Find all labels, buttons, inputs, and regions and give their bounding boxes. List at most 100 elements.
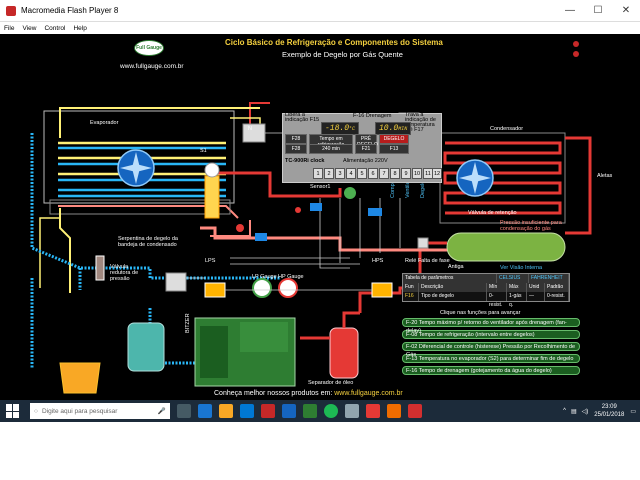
cell-min: 0-resist. <box>487 292 507 308</box>
chevron-up-icon[interactable]: ^ <box>563 408 566 414</box>
file-explorer-icon[interactable] <box>219 404 233 418</box>
col-unid: Unid <box>527 283 545 292</box>
menu-control[interactable]: Control <box>44 25 65 32</box>
fullgauge-logo[interactable]: Full Gauge <box>134 40 164 56</box>
menu-help[interactable]: Help <box>73 25 86 32</box>
accumulator <box>127 322 165 372</box>
btn-f13[interactable]: F13 <box>379 144 409 154</box>
function-f02[interactable]: F-02 Diferencial de controle (histerese)… <box>402 342 580 358</box>
solenoid-valve <box>204 162 220 178</box>
label-valvula-redutora: Válvula redutora de pressão <box>110 264 139 282</box>
cell-unid: — <box>527 292 545 301</box>
terminal-6: 6 <box>368 168 378 179</box>
function-f16[interactable]: F-16 Tempo de drenagem (gotejamento da á… <box>402 366 580 375</box>
col-fun: Fun <box>403 283 419 292</box>
contactor-evap <box>242 123 266 143</box>
cell-fun: F16 <box>403 292 419 301</box>
liquid-receiver <box>446 232 566 262</box>
functions-prompt: Clique nas funções para avançar <box>440 310 521 316</box>
terminal-9: 9 <box>401 168 411 179</box>
menu-bar: File View Control Help <box>0 22 640 34</box>
close-button[interactable]: ✕ <box>612 0 640 22</box>
clock-date: 25/01/2018 <box>594 412 625 418</box>
search-icon: ○ <box>34 407 38 415</box>
footer-text: Conheça melhor nossos produtos em: www.f… <box>214 390 403 397</box>
cell-padrao: 0-resist. <box>545 292 569 301</box>
btn-f21[interactable]: F21 <box>355 144 377 154</box>
terminal-2: 2 <box>324 168 334 179</box>
footer-link[interactable]: www.fullgauge.com.br <box>334 390 402 397</box>
hps-switch <box>371 282 393 298</box>
network-icon[interactable]: ▤ <box>571 408 577 415</box>
lp-gauge <box>252 278 272 298</box>
btn-240min[interactable]: 240 min <box>309 144 353 154</box>
minimize-button[interactable]: — <box>556 0 584 22</box>
clock[interactable]: 23:09 25/01/2018 <box>594 403 624 419</box>
store-icon[interactable] <box>240 404 254 418</box>
param-table-title: Tabela de parâmetros <box>403 274 497 283</box>
expansion-valve <box>204 175 220 219</box>
celsius-toggle[interactable]: CELSIUS <box>497 274 529 283</box>
search-box[interactable]: ○ Digite aqui para pesquisar 🎤 <box>30 403 170 419</box>
btn-f28[interactable]: F28 <box>285 134 307 144</box>
windows-taskbar: ○ Digite aqui para pesquisar 🎤 ^ ▤ ◁) 23… <box>0 400 640 422</box>
param-table-header: Fun Descrição Mín Máx Unid Padrão <box>403 283 569 292</box>
condensate-bucket <box>59 362 101 394</box>
label-n: N <box>248 126 252 132</box>
terminal-8: 8 <box>390 168 400 179</box>
volume-icon[interactable]: ◁) <box>582 408 589 415</box>
flash-app-icon <box>6 5 16 16</box>
terminal-12: 12 <box>432 168 442 179</box>
ver-visao-interna-button[interactable]: Ver Visão Interna <box>500 265 542 271</box>
start-button[interactable] <box>6 404 22 418</box>
terminal-5: 5 <box>357 168 367 179</box>
label-serpentina: Serpentina de degelo da bandeja de conde… <box>118 236 178 248</box>
label-lp-gauge: LP Gauge <box>252 274 277 280</box>
fahrenheit-toggle[interactable]: FAHRENHEIT <box>529 274 569 283</box>
hp-gauge <box>278 278 298 298</box>
label-pressao-insuficiente: Pressão insuficiente para condensação do… <box>500 220 562 232</box>
function-f13[interactable]: F-13 Temperatura no evaporador (S2) para… <box>402 354 580 363</box>
close-stage-button[interactable] <box>573 51 579 57</box>
microphone-icon[interactable]: 🎤 <box>158 407 166 415</box>
flash-stage: Evaporador Condensador Serpentina de deg… <box>0 78 640 400</box>
label-degelo: Degelo <box>420 180 426 198</box>
lps-switch <box>204 282 226 298</box>
word-icon[interactable] <box>282 404 296 418</box>
search-placeholder: Digite aqui para pesquisar <box>41 407 118 415</box>
task-view-icon[interactable] <box>177 404 191 418</box>
function-list: F-20 Tempo máximo p/ retorno do ventilad… <box>402 318 580 378</box>
col-min: Mín <box>487 283 507 292</box>
app-icon-2[interactable] <box>387 404 401 418</box>
excel-icon[interactable] <box>303 404 317 418</box>
notification-icon[interactable]: ▭ <box>630 408 636 415</box>
label-condensador: Condensador <box>490 126 524 132</box>
acrobat-icon[interactable] <box>408 404 422 418</box>
spotify-icon[interactable] <box>324 404 338 418</box>
function-f08[interactable]: F-08 Tempo de refrigeração (intervalo en… <box>402 330 580 339</box>
btn-degelo[interactable]: DEGELO <box>379 134 409 144</box>
header-url[interactable]: www.fullgauge.com.br <box>120 63 184 70</box>
flash-player-taskbar-icon[interactable] <box>366 404 380 418</box>
sound-button[interactable] <box>573 41 579 47</box>
label-s1: S1 <box>200 148 207 154</box>
label-f16-drenagem: F-16 Drenagem <box>353 113 392 119</box>
app-icon-1[interactable] <box>345 404 359 418</box>
menu-view[interactable]: View <box>22 25 36 32</box>
phase-relay <box>417 237 429 249</box>
tc900ri-controller: Libera a indicação F15 F-16 Drenagem Tra… <box>282 112 442 183</box>
edge-icon[interactable] <box>198 404 212 418</box>
terminal-4: 4 <box>346 168 356 179</box>
label-separador: Separador de óleo <box>308 380 354 386</box>
stage-header: Full Gauge www.fullgauge.com.br Ciclo Bá… <box>0 34 640 78</box>
label-bitzer: BITZER <box>185 313 191 333</box>
btn-f28-bottom[interactable]: F28 <box>285 144 307 154</box>
table-row: F16 Tipo de degelo 0-resist. 1-gás q. — … <box>403 292 569 308</box>
param-table-title-row: Tabela de parâmetros CELSIUS FAHRENHEIT <box>403 274 569 283</box>
mcafee-icon[interactable] <box>261 404 275 418</box>
menu-file[interactable]: File <box>4 25 14 32</box>
function-f20[interactable]: F-20 Tempo máximo p/ retorno do ventilad… <box>402 318 580 334</box>
window-titlebar: Macromedia Flash Player 8 — ☐ ✕ <box>0 0 640 22</box>
controller-model: TC-900Ri clock <box>285 158 325 164</box>
maximize-button[interactable]: ☐ <box>584 0 612 22</box>
